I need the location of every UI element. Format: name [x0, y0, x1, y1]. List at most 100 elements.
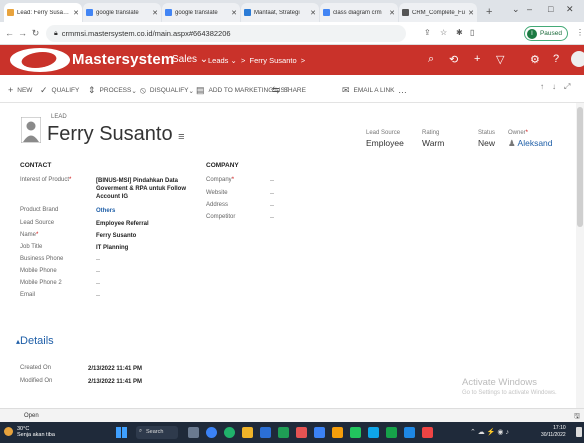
owner-link[interactable]: ♟︎ Aleksand — [508, 138, 553, 149]
field-value[interactable]: [BINUS-MSI] Pindahkan Data Goverment & R… — [96, 177, 206, 201]
app-icon-store[interactable] — [368, 427, 379, 438]
minimize-icon[interactable]: – — [527, 4, 532, 14]
browser-tab-bar: Lead: Ferry Susanto ✕ google translate ✕ goo… — [0, 0, 584, 22]
command-disqualify-button[interactable]: ⦸ DISQUALIFY ⌄ — [140, 85, 194, 96]
close-tab-icon[interactable]: ✕ — [152, 9, 158, 17]
field-value[interactable]: IT Planning — [96, 244, 128, 252]
scrollbar-thumb[interactable] — [577, 107, 583, 227]
command-new-button[interactable]: + NEW — [8, 85, 32, 95]
command-more-button[interactable]: … — [398, 85, 411, 95]
browser-tab[interactable]: CRM_Complete_Fu ✕ — [399, 3, 477, 22]
help-icon[interactable]: ? — [553, 53, 559, 65]
header-status-value[interactable]: New — [478, 138, 495, 148]
command-qualify-button[interactable]: ✓ QUALIFY — [40, 85, 79, 96]
sidebar-icon[interactable]: ▯ — [470, 28, 474, 37]
close-tab-icon[interactable]: ✕ — [389, 9, 395, 17]
close-tab-icon[interactable]: ✕ — [468, 9, 474, 17]
command-label: SHARE — [283, 87, 306, 94]
field-value[interactable]: -- — [270, 202, 274, 210]
tab-title: Lead: Ferry Susanto — [17, 9, 72, 16]
taskbar-clock[interactable]: 17:10 30/11/2022 — [541, 425, 566, 439]
new-tab-icon[interactable]: + — [478, 3, 500, 22]
browser-tab[interactable]: Manfaat, Strategi ✕ — [241, 3, 319, 22]
form-selector-icon[interactable]: ≡ — [178, 131, 184, 143]
field-value[interactable]: -- — [270, 214, 274, 222]
edge-browser-icon[interactable] — [206, 427, 217, 438]
maximize-icon[interactable]: □ — [548, 4, 553, 14]
field-value[interactable]: -- — [96, 268, 100, 276]
field-value[interactable]: -- — [96, 280, 100, 288]
close-window-icon[interactable]: ✕ — [566, 4, 574, 15]
field-value[interactable]: -- — [96, 256, 100, 264]
command-email-a-link-button[interactable]: ✉ EMAIL A LINK — [342, 85, 395, 96]
powerpoint-icon[interactable] — [296, 427, 307, 438]
browser-menu-icon[interactable]: ⋮ — [576, 28, 584, 37]
command-share-button[interactable]: ⇆ SHARE — [272, 85, 306, 96]
command-process-button[interactable]: ⇕ PROCESS ⌄ — [88, 85, 137, 96]
tab-favicon-icon — [323, 9, 330, 16]
reload-icon[interactable]: ↻ — [29, 28, 42, 39]
field-value[interactable]: Employee Referral — [96, 220, 149, 228]
field-label: Mobile Phone — [20, 268, 57, 274]
app-icon-photos[interactable] — [404, 427, 415, 438]
field-value[interactable]: -- — [96, 292, 100, 300]
url-field[interactable]: 🔒︎ crmmsi.mastersystem.co.id/main.aspx#6… — [46, 25, 406, 42]
header-lead-source-value[interactable]: Employee — [366, 138, 404, 148]
field-value[interactable]: Ferry Susanto — [96, 232, 136, 240]
app-icon-whatsapp[interactable] — [386, 427, 397, 438]
breadcrumb: Leads ⌄ > Ferry Susanto > — [208, 56, 306, 65]
field-value[interactable]: 2/13/2022 11:41 PM — [88, 378, 142, 386]
contact-field-row: Interest of Product* [BINUS-MSI] Pindahka… — [20, 177, 206, 201]
tab-search-icon[interactable]: ⌄ — [512, 4, 520, 15]
command-label: DISQUALIFY — [149, 87, 189, 94]
app-icon-notes[interactable] — [332, 427, 343, 438]
settings-gear-icon[interactable]: ⚙ — [530, 53, 540, 66]
search-icon[interactable]: ⌕ — [428, 53, 434, 66]
form-status-bar: Open 🖫︎ — [0, 408, 584, 422]
app-icon-red[interactable] — [422, 427, 433, 438]
prev-record-icon[interactable]: ↑ — [540, 82, 544, 91]
area-menu[interactable]: Sales ⌄ — [172, 54, 208, 65]
field-value[interactable]: -- — [270, 177, 274, 185]
start-button-icon[interactable] — [116, 427, 127, 438]
system-tray-icons[interactable]: ⌃ ☁ ⚡ ◉ ♪ — [470, 428, 509, 436]
next-record-icon[interactable]: ↓ — [552, 82, 556, 91]
app-icon-green[interactable] — [350, 427, 361, 438]
chrome-icon[interactable] — [224, 427, 235, 438]
field-value[interactable]: Others — [96, 207, 115, 215]
details-section-toggle[interactable]: ▴Details — [16, 335, 54, 347]
header-rating-value[interactable]: Warm — [422, 138, 444, 148]
profile-button[interactable]: I Paused — [523, 26, 568, 41]
browser-tab[interactable]: Lead: Ferry Susanto ✕ — [4, 3, 82, 22]
field-value[interactable]: -- — [270, 190, 274, 198]
notification-icon[interactable] — [576, 427, 582, 437]
close-tab-icon[interactable]: ✕ — [231, 9, 237, 17]
share-page-icon[interactable]: ⇪ — [424, 28, 431, 37]
taskbar-search[interactable]: ⌕ Search — [136, 426, 178, 439]
close-tab-icon[interactable]: ✕ — [310, 9, 316, 17]
extensions-icon[interactable]: ✱ — [456, 28, 463, 37]
field-value[interactable]: 2/13/2022 11:41 PM — [88, 365, 142, 373]
process-icon: ⇕ — [88, 85, 96, 95]
advanced-find-icon[interactable]: ▽ — [496, 53, 504, 66]
breadcrumb-record[interactable]: Ferry Susanto — [250, 56, 297, 65]
create-icon[interactable]: + — [474, 53, 480, 65]
browser-tab[interactable]: class diagram crm ✕ — [320, 3, 398, 22]
back-icon[interactable]: ← — [3, 28, 16, 38]
weather-widget[interactable]: 30°C Senja akan tiba — [17, 426, 55, 438]
expand-icon[interactable]: ⤢ — [564, 82, 570, 92]
word-icon[interactable] — [260, 427, 271, 438]
file-explorer-icon[interactable] — [242, 427, 253, 438]
bookmark-star-icon[interactable]: ☆ — [440, 28, 447, 37]
close-tab-icon[interactable]: ✕ — [73, 9, 79, 17]
user-avatar[interactable] — [571, 51, 584, 67]
browser-tab[interactable]: google translate ✕ — [162, 3, 240, 22]
excel-icon[interactable] — [278, 427, 289, 438]
task-view-icon[interactable] — [188, 427, 199, 438]
browser-tab[interactable]: google translate ✕ — [83, 3, 161, 22]
vertical-scrollbar[interactable] — [576, 103, 584, 408]
forward-icon[interactable]: → — [16, 28, 29, 38]
breadcrumb-leads[interactable]: Leads — [208, 56, 228, 65]
app-icon-teams[interactable] — [314, 427, 325, 438]
recent-icon[interactable]: ⟲ — [449, 53, 458, 66]
